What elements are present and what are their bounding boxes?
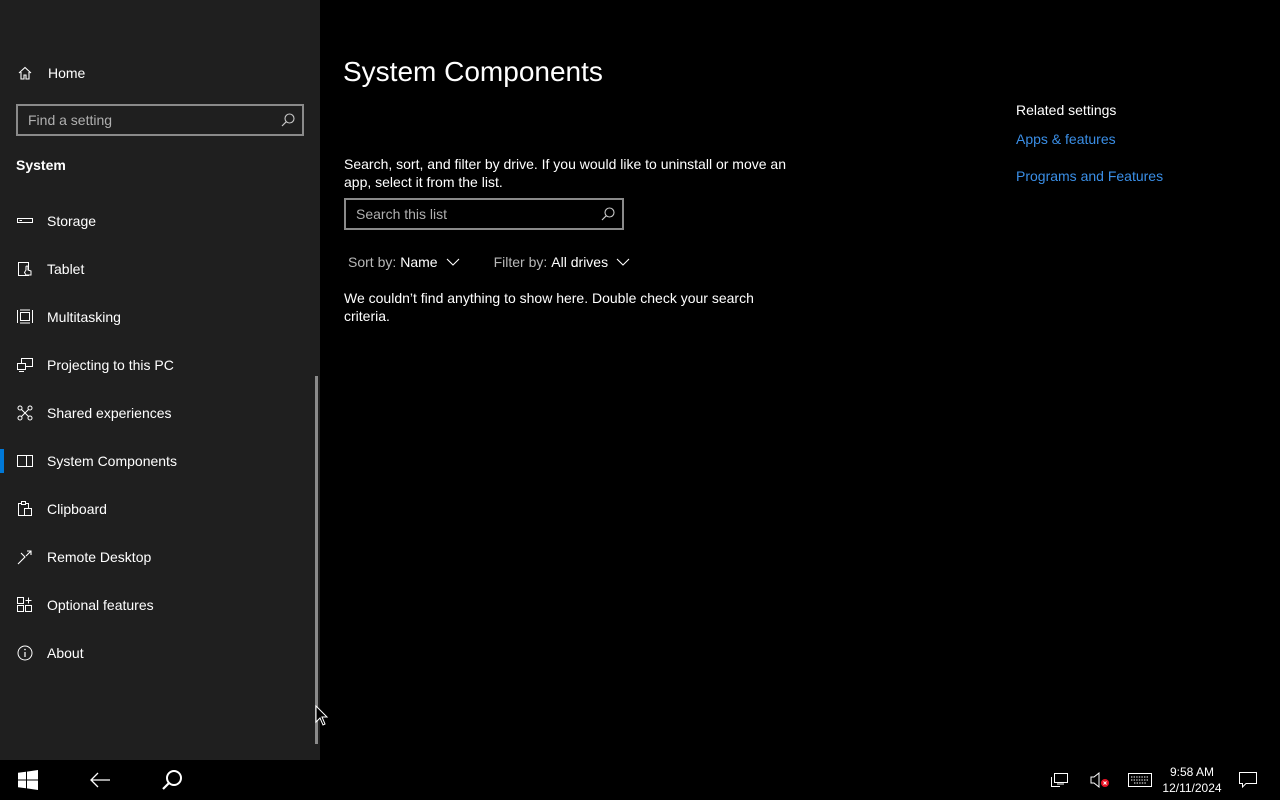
sidebar-item-label: About [47, 645, 84, 661]
list-search-input[interactable] [346, 200, 592, 228]
volume-muted-icon [1090, 772, 1109, 788]
sidebar-item-label: Optional features [47, 597, 154, 613]
filter-by-label: Filter by: [493, 254, 548, 270]
mouse-cursor-icon [315, 705, 329, 726]
notifications-icon [1239, 772, 1257, 788]
sidebar-scrollbar[interactable] [315, 376, 318, 744]
sidebar-item-label: Multitasking [47, 309, 121, 325]
sidebar-item-projecting[interactable]: Projecting to this PC [0, 341, 316, 389]
network-tray-icon[interactable] [1048, 760, 1072, 800]
sidebar-item-label: Remote Desktop [47, 549, 152, 565]
related-settings: Related settings Apps & features Program… [1016, 102, 1256, 205]
home-label: Home [48, 65, 86, 81]
back-arrow-icon [90, 772, 110, 788]
main-content: System Components Search, sort, and filt… [320, 0, 1280, 760]
sidebar-item-tablet[interactable]: Tablet [0, 245, 316, 293]
sidebar-item-label: System Components [47, 453, 177, 469]
sidebar-item-shared-experiences[interactable]: Shared experiences [0, 389, 316, 437]
filter-by-dropdown[interactable]: Filter by: All drives [494, 254, 630, 270]
network-icon [1051, 773, 1068, 787]
list-search[interactable] [344, 198, 624, 230]
programs-features-link[interactable]: Programs and Features [1016, 168, 1256, 184]
sidebar-item-system-components[interactable]: System Components [0, 437, 316, 485]
sidebar-item-label: Storage [47, 213, 97, 229]
about-icon [16, 644, 34, 662]
clock-date: 12/11/2024 [1162, 781, 1222, 795]
sidebar: Home System Storage Tablet Multitasking … [0, 0, 320, 760]
remote-desktop-icon [16, 548, 34, 566]
sort-by-label: Sort by: [348, 254, 397, 270]
optional-features-icon [16, 596, 34, 614]
home-icon [16, 64, 34, 82]
chevron-down-icon [616, 258, 630, 266]
home-nav-item[interactable]: Home [16, 62, 85, 84]
clipboard-icon [16, 500, 34, 518]
apps-features-link[interactable]: Apps & features [1016, 131, 1256, 147]
action-center-button[interactable] [1236, 760, 1260, 800]
page-description: Search, sort, and filter by drive. If yo… [344, 156, 786, 190]
empty-state-message: We couldn’t find anything to show here. … [344, 290, 754, 324]
search-icon [162, 770, 182, 790]
projecting-icon [16, 356, 34, 374]
clock-time: 9:58 AM [1169, 765, 1215, 779]
touch-keyboard-button[interactable] [1126, 760, 1154, 800]
start-button[interactable] [0, 760, 56, 800]
sidebar-item-optional-features[interactable]: Optional features [0, 581, 316, 629]
system-components-icon [16, 452, 34, 470]
sort-by-value: Name [400, 254, 438, 270]
multitasking-icon [16, 308, 34, 326]
sidebar-nav: Storage Tablet Multitasking Projecting t… [0, 197, 316, 677]
storage-icon [16, 212, 34, 230]
sidebar-item-clipboard[interactable]: Clipboard [0, 485, 316, 533]
shared-experiences-icon [16, 404, 34, 422]
sidebar-item-storage[interactable]: Storage [0, 197, 316, 245]
page-title: System Components [343, 56, 603, 87]
settings-window: Home System Storage Tablet Multitasking … [0, 0, 1280, 760]
sidebar-item-multitasking[interactable]: Multitasking [0, 293, 316, 341]
section-title: System [16, 157, 66, 173]
filter-by-value: All drives [551, 254, 609, 270]
tablet-icon [16, 260, 34, 278]
sort-by-dropdown[interactable]: Sort by: Name [348, 254, 460, 270]
sidebar-item-label: Shared experiences [47, 405, 172, 421]
windows-logo-icon [18, 770, 38, 790]
taskbar-clock[interactable]: 9:58 AM 12/11/2024 [1158, 764, 1226, 796]
keyboard-icon [1128, 773, 1152, 787]
sidebar-item-label: Projecting to this PC [47, 357, 174, 373]
search-icon[interactable] [280, 112, 296, 128]
back-button[interactable] [80, 760, 120, 800]
sidebar-item-remote-desktop[interactable]: Remote Desktop [0, 533, 316, 581]
find-setting-input[interactable] [18, 106, 270, 134]
sidebar-item-label: Tablet [47, 261, 85, 277]
search-taskbar-button[interactable] [152, 760, 192, 800]
taskbar: 9:58 AM 12/11/2024 [0, 760, 1280, 800]
sidebar-item-about[interactable]: About [0, 629, 316, 677]
sidebar-item-label: Clipboard [47, 501, 107, 517]
search-icon[interactable] [600, 206, 616, 222]
chevron-down-icon [446, 258, 459, 266]
selection-indicator [0, 449, 4, 473]
sort-filter-row: Sort by: Name Filter by: All drives [348, 252, 630, 272]
volume-tray-icon[interactable] [1088, 760, 1112, 800]
find-setting-search[interactable] [16, 104, 304, 136]
related-settings-heading: Related settings [1016, 102, 1117, 118]
